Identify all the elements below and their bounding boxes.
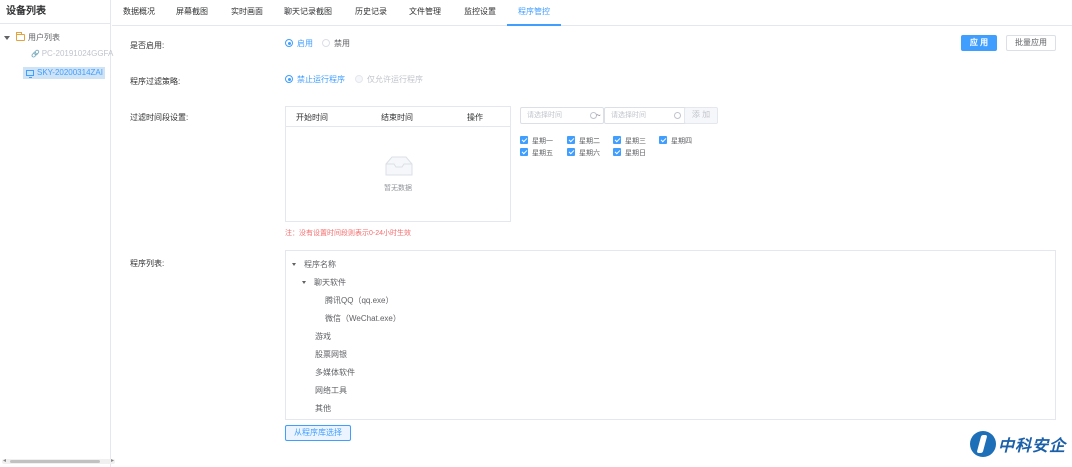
- time-separator: ~: [596, 111, 601, 120]
- scrollbar-thumb[interactable]: [10, 460, 100, 463]
- column-header: 操作: [467, 113, 483, 122]
- select-from-library-button[interactable]: 从程序库选择: [285, 425, 351, 441]
- tab-history[interactable]: 历史记录: [353, 0, 389, 26]
- column-header: 开始时间: [296, 113, 328, 122]
- radio-block-programs[interactable]: 禁止运行程序: [285, 75, 345, 85]
- tree-node-label: 聊天软件: [314, 278, 346, 287]
- check-icon: [567, 148, 575, 156]
- scroll-right-icon[interactable]: ▸: [111, 457, 114, 464]
- tree-node-label: 程序名称: [304, 260, 336, 269]
- checkbox-saturday[interactable]: 星期六: [567, 148, 600, 158]
- horizontal-scrollbar[interactable]: ◂ ▸: [2, 457, 115, 464]
- sidebar-title: 设备列表: [0, 0, 110, 24]
- brand-logo: 中科安企: [969, 429, 1066, 459]
- empty-text: 暂无数据: [384, 185, 412, 192]
- check-icon: [567, 136, 575, 144]
- table-header: 开始时间 结束时间 操作: [286, 107, 510, 127]
- tab-monitor-settings[interactable]: 监控设置: [462, 0, 498, 26]
- monitor-icon: [26, 70, 34, 78]
- clock-icon: [674, 112, 681, 119]
- scroll-left-icon[interactable]: ◂: [3, 457, 6, 464]
- logo-text: 中科安企: [997, 436, 1066, 455]
- checkbox-tuesday[interactable]: 星期二: [567, 136, 600, 146]
- checkbox-label: 星期三: [625, 138, 646, 145]
- checkbox-label: 星期六: [579, 150, 600, 157]
- checkbox-label: 星期五: [532, 150, 553, 157]
- program-group-network[interactable]: 网络工具: [315, 385, 347, 396]
- tab-overview[interactable]: 数据概况: [121, 0, 157, 26]
- tree-node-device[interactable]: 🔗 PC-20191024GGFA: [31, 48, 113, 60]
- program-group-other[interactable]: 其他: [315, 403, 331, 414]
- link-icon: 🔗: [31, 51, 40, 58]
- batch-apply-button[interactable]: 批量应用: [1006, 35, 1056, 51]
- program-tree-root[interactable]: 程序名称: [292, 259, 336, 270]
- tab-live[interactable]: 实时画面: [229, 0, 265, 26]
- logo-mark-icon: [969, 431, 996, 457]
- caret-down-icon[interactable]: [4, 35, 10, 40]
- program-item-qq[interactable]: 腾讯QQ（qq.exe）: [325, 295, 393, 306]
- time-note: 注：没有设置时间段则表示0-24小时生效: [285, 230, 412, 237]
- caret-down-icon[interactable]: [292, 263, 296, 267]
- radio-label: 仅允许运行程序: [367, 75, 423, 84]
- apply-button[interactable]: 应 用: [961, 35, 997, 51]
- program-group-media[interactable]: 多媒体软件: [315, 367, 355, 378]
- empty-box-icon: [385, 156, 413, 176]
- start-time-placeholder: 请选择时间: [527, 112, 562, 119]
- radio-dot: [322, 39, 330, 47]
- check-icon: [613, 136, 621, 144]
- tree-node-user-list[interactable]: 用户列表: [4, 32, 60, 44]
- checkbox-label: 星期二: [579, 138, 600, 145]
- radio-allow-only[interactable]: 仅允许运行程序: [355, 75, 423, 85]
- radio-dot: [285, 75, 293, 83]
- checkbox-thursday[interactable]: 星期四: [659, 136, 692, 146]
- check-icon: [613, 148, 621, 156]
- folder-icon: [16, 32, 25, 41]
- tab-bar: 数据概况 屏幕截图 实时画面 聊天记录截图 历史记录 文件管理 监控设置 程序管…: [112, 0, 1072, 26]
- radio-disable[interactable]: 禁用: [322, 39, 350, 49]
- program-list-label: 程序列表:: [130, 259, 165, 268]
- tree-node-device-selected[interactable]: SKY-20200314ZAI: [23, 67, 105, 79]
- start-time-input[interactable]: 请选择时间: [520, 107, 604, 124]
- checkbox-label: 星期一: [532, 138, 553, 145]
- program-group-chat[interactable]: 聊天软件: [302, 277, 346, 288]
- end-time-placeholder: 请选择时间: [611, 112, 646, 119]
- radio-enable[interactable]: 启用: [285, 39, 313, 49]
- tree-node-label: SKY-20200314ZAI: [37, 68, 103, 77]
- app-root: 设备列表 用户列表 🔗 PC-20191024GGFA SKY-20200314Z…: [0, 0, 1072, 467]
- checkbox-label: 星期日: [625, 150, 646, 157]
- radio-dot: [355, 75, 363, 83]
- radio-label: 禁用: [334, 39, 350, 48]
- column-header: 结束时间: [381, 113, 413, 122]
- tab-program-control[interactable]: 程序管控: [507, 0, 561, 26]
- tab-screenshots[interactable]: 屏幕截图: [174, 0, 210, 26]
- radio-label: 禁止运行程序: [297, 75, 345, 84]
- check-icon: [520, 136, 528, 144]
- enabled-label: 是否启用:: [130, 41, 165, 50]
- tab-chat-screenshots[interactable]: 聊天记录截图: [282, 0, 334, 26]
- check-icon: [659, 136, 667, 144]
- tab-files[interactable]: 文件管理: [407, 0, 443, 26]
- radio-dot: [285, 39, 293, 47]
- time-label: 过滤时间段设置:: [130, 113, 189, 122]
- device-sidebar: 设备列表 用户列表 🔗 PC-20191024GGFA SKY-20200314Z…: [0, 0, 115, 467]
- tree-node-label: 用户列表: [28, 33, 60, 42]
- checkbox-wednesday[interactable]: 星期三: [613, 136, 646, 146]
- policy-label: 程序过滤策略:: [130, 77, 181, 86]
- checkbox-monday[interactable]: 星期一: [520, 136, 553, 146]
- time-table: 开始时间 结束时间 操作 暂无数据: [285, 106, 511, 222]
- end-time-input[interactable]: 请选择时间: [604, 107, 688, 124]
- program-item-wechat[interactable]: 微信（WeChat.exe）: [325, 313, 401, 324]
- program-group-stocks[interactable]: 股票网银: [315, 349, 347, 360]
- check-icon: [520, 148, 528, 156]
- radio-label: 启用: [297, 39, 313, 48]
- checkbox-friday[interactable]: 星期五: [520, 148, 553, 158]
- checkbox-sunday[interactable]: 星期日: [613, 148, 646, 158]
- program-tree: 程序名称 聊天软件 腾讯QQ（qq.exe） 微信（WeChat.exe） 游戏…: [285, 250, 1056, 420]
- add-time-button[interactable]: 添 加: [684, 107, 718, 124]
- tree-node-label: PC-20191024GGFA: [41, 49, 114, 58]
- program-group-games[interactable]: 游戏: [315, 331, 331, 342]
- checkbox-label: 星期四: [671, 138, 692, 145]
- caret-down-icon[interactable]: [302, 281, 306, 285]
